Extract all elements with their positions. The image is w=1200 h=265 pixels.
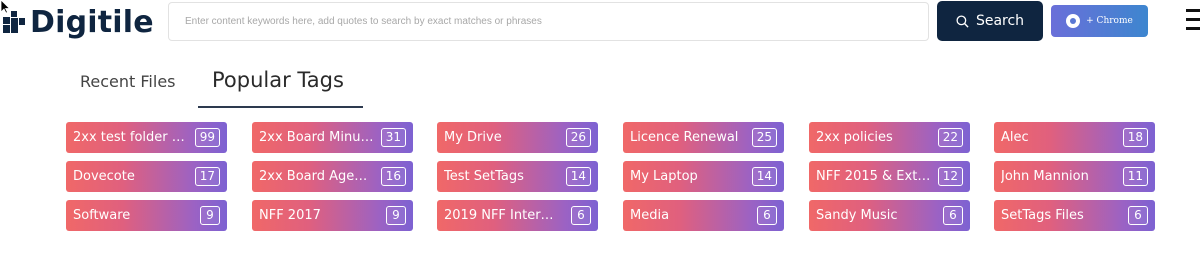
tag-count-badge: 25: [751, 128, 777, 147]
tag-item[interactable]: Sandy Music 6: [809, 200, 970, 231]
tag-name: Test SetTags: [444, 169, 524, 184]
tag-name: My Drive: [444, 130, 502, 145]
tag-name: Sandy Music: [816, 208, 898, 223]
logo-text: Digitile: [30, 4, 154, 40]
tag-item[interactable]: Test SetTags 14: [437, 161, 598, 192]
tag-count-badge: 31: [380, 128, 406, 147]
tag-name: SetTags Files: [1001, 208, 1084, 223]
tag-name: 2xx policies: [816, 130, 893, 145]
tag-name: Media: [630, 208, 670, 223]
tab-recent-files[interactable]: Recent Files: [80, 72, 176, 91]
tag-item[interactable]: John Mannion 11: [994, 161, 1155, 192]
tag-item[interactable]: Alec 18: [994, 122, 1155, 153]
chrome-button-label: + Chrome: [1086, 16, 1133, 26]
tag-count-badge: 16: [380, 167, 406, 186]
tag-name: John Mannion: [1001, 169, 1089, 184]
tag-count-badge: 14: [565, 167, 591, 186]
active-tab-indicator: [198, 106, 363, 108]
menu-icon[interactable]: [1186, 9, 1200, 31]
tag-count-badge: 22: [937, 128, 963, 147]
tag-name: 2019 NFF Intervie...: [444, 208, 559, 223]
tab-popular-tags[interactable]: Popular Tags: [212, 68, 344, 92]
tag-item[interactable]: My Drive 26: [437, 122, 598, 153]
tag-name: NFF 2015 & Extras: [816, 169, 931, 184]
tag-item[interactable]: SetTags Files 6: [994, 200, 1155, 231]
tag-count-badge: 9: [386, 206, 406, 225]
tag-name: 2xx test folder (1): [73, 130, 188, 145]
tag-count-badge: 18: [1122, 128, 1148, 147]
tag-name: My Laptop: [630, 169, 698, 184]
tag-name: NFF 2017: [259, 208, 321, 223]
search-icon: [956, 14, 969, 28]
tag-count-badge: 11: [1122, 167, 1148, 186]
tag-count-badge: 6: [571, 206, 591, 225]
tag-count-badge: 99: [194, 128, 220, 147]
tag-count-badge: 6: [1128, 206, 1148, 225]
tag-name: Alec: [1001, 130, 1029, 145]
tag-count-badge: 17: [194, 167, 220, 186]
tag-name: 2xx Board Minut...: [259, 130, 374, 145]
search-button-label: Search: [975, 13, 1025, 29]
tag-count-badge: 14: [751, 167, 777, 186]
tag-item[interactable]: NFF 2015 & Extras 12: [809, 161, 970, 192]
tag-name: Software: [73, 208, 131, 223]
tag-name: 2xx Board Agen...: [259, 169, 374, 184]
tag-count-badge: 26: [565, 128, 591, 147]
tag-count-badge: 6: [757, 206, 777, 225]
tag-item[interactable]: Licence Renewal 25: [623, 122, 784, 153]
tag-name: Dovecote: [73, 169, 135, 184]
chrome-icon: [1066, 14, 1081, 28]
tag-item[interactable]: Media 6: [623, 200, 784, 231]
digitile-logo-icon: [2, 10, 26, 34]
tag-count-badge: 6: [943, 206, 963, 225]
tag-item[interactable]: My Laptop 14: [623, 161, 784, 192]
tag-item[interactable]: Software 9: [66, 200, 227, 231]
tag-item[interactable]: 2xx test folder (1) 99: [66, 122, 227, 153]
tag-item[interactable]: 2xx Board Agen... 16: [252, 161, 413, 192]
search-input[interactable]: [168, 2, 929, 41]
search-button[interactable]: Search: [937, 1, 1043, 41]
tag-count-badge: 9: [200, 206, 220, 225]
tag-item[interactable]: NFF 2017 9: [252, 200, 413, 231]
logo[interactable]: Digitile: [2, 4, 154, 40]
tag-item[interactable]: 2xx policies 22: [809, 122, 970, 153]
tag-name: Licence Renewal: [630, 130, 739, 145]
tag-item[interactable]: 2019 NFF Intervie... 6: [437, 200, 598, 231]
tag-count-badge: 12: [937, 167, 963, 186]
tag-item[interactable]: 2xx Board Minut... 31: [252, 122, 413, 153]
add-to-chrome-button[interactable]: + Chrome: [1051, 5, 1148, 37]
tag-item[interactable]: Dovecote 17: [66, 161, 227, 192]
